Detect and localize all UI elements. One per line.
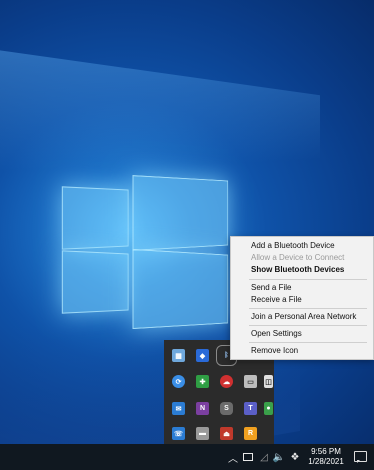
logo-pane-bottom-right xyxy=(132,248,229,330)
dropbox-icon[interactable]: ❖ xyxy=(289,450,301,464)
clock-date: 1/28/2021 xyxy=(308,457,344,466)
clock-time: 9:56 PM xyxy=(311,447,341,456)
logo-pane-bottom-left xyxy=(61,250,129,314)
app-icon[interactable]: ▦ xyxy=(172,349,185,362)
teams-icon[interactable]: T xyxy=(244,402,257,415)
clock[interactable]: 9:56 PM 1/28/2021 xyxy=(304,447,348,467)
chevron-up-icon[interactable]: ︿ xyxy=(228,450,238,465)
menu-item-allow-connect: Allow a Device to Connect xyxy=(251,253,345,263)
onenote-icon[interactable]: N xyxy=(196,402,209,415)
cloud-icon[interactable]: ☁ xyxy=(220,375,233,388)
menu-separator xyxy=(249,278,367,280)
taskbar: ︿ ◿ 🔈 ❖ 9:56 PM 1/28/2021 xyxy=(0,444,374,470)
sync-icon[interactable]: ⟳ xyxy=(172,375,185,388)
wifi-icon[interactable]: ◿ xyxy=(258,450,270,464)
notification-icon[interactable] xyxy=(354,451,367,463)
volume-icon[interactable]: 🔈 xyxy=(272,450,286,464)
mail-icon[interactable]: ✉ xyxy=(172,402,185,415)
menu-item-receive-file[interactable]: Receive a File xyxy=(231,294,373,306)
skype-icon[interactable]: S xyxy=(220,402,233,415)
menu-separator xyxy=(249,325,367,327)
remote-icon[interactable]: R xyxy=(244,427,257,440)
phone-icon[interactable]: ☏ xyxy=(172,427,185,440)
window-icon[interactable]: ◫ xyxy=(264,375,273,388)
windows-logo xyxy=(61,175,236,330)
menu-separator xyxy=(249,307,367,309)
usb-icon[interactable]: ⏏ xyxy=(220,427,233,440)
shield-icon[interactable]: ◆ xyxy=(196,349,209,362)
logo-pane-top-left xyxy=(61,186,129,250)
menu-item-remove-icon[interactable]: Remove Icon xyxy=(231,345,373,357)
menu-separator xyxy=(249,342,367,344)
security-icon[interactable]: ✚ xyxy=(196,375,209,388)
battery-icon[interactable]: ▭ xyxy=(244,375,257,388)
menu-item-send-file[interactable]: Send a File xyxy=(231,282,373,294)
menu-item-add-device[interactable]: Add a Bluetooth Device xyxy=(231,240,373,252)
chat-icon[interactable]: ● xyxy=(264,402,273,415)
bluetooth-context-menu: Add a Bluetooth Device Allow a Device to… xyxy=(230,236,374,360)
monitor-icon[interactable] xyxy=(242,450,254,464)
drive-icon[interactable]: ▬ xyxy=(196,427,209,440)
menu-item-show-devices[interactable]: Show Bluetooth Devices xyxy=(231,264,373,276)
logo-pane-top-right xyxy=(132,175,229,251)
menu-item-join-pan[interactable]: Join a Personal Area Network xyxy=(231,311,373,323)
menu-item-open-settings[interactable]: Open Settings xyxy=(231,328,373,340)
